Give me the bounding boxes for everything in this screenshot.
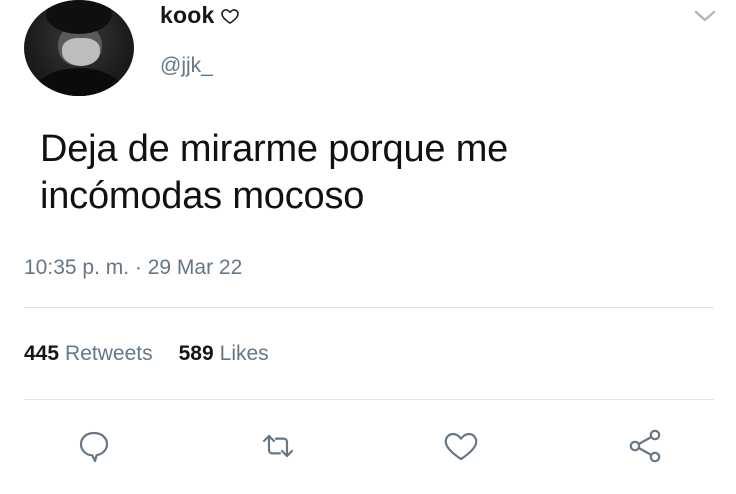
share-button[interactable] [625, 426, 665, 466]
tweet-timestamp[interactable]: 10:35 p. m. · 29 Mar 22 [24, 256, 242, 280]
avatar-mask [62, 38, 100, 66]
user-handle[interactable]: @jjk_ [160, 54, 213, 78]
divider [24, 307, 714, 308]
chevron-down-icon[interactable] [692, 6, 718, 26]
avatar-body [34, 68, 124, 96]
share-icon [629, 429, 661, 463]
retweet-icon [262, 434, 294, 458]
divider [24, 399, 714, 400]
likes-count: 589 [178, 342, 214, 365]
retweet-button[interactable] [258, 426, 298, 466]
tweet-text-line: incómodas mocoso [40, 175, 365, 217]
reply-button[interactable] [74, 426, 114, 466]
retweets-label: Retweets [65, 342, 153, 365]
avatar-hat [46, 0, 112, 34]
tweet-text-line: Deja de mirarme porque me [40, 128, 509, 170]
heart-icon [444, 432, 478, 461]
heart-outline-icon [221, 8, 240, 24]
display-name[interactable]: kook [160, 2, 214, 29]
tweet-stats: 445 Retweets 589 Likes [24, 342, 269, 366]
name-row: kook [160, 2, 240, 29]
likes-stat[interactable]: 589 Likes [179, 342, 269, 366]
comment-icon [79, 431, 109, 463]
retweets-count: 445 [24, 342, 60, 365]
like-button[interactable] [441, 426, 481, 466]
likes-label: Likes [219, 342, 269, 365]
tweet-text: Deja de mirarme porque me incómodas moco… [40, 126, 690, 220]
retweets-stat[interactable]: 445 Retweets [24, 342, 153, 366]
avatar[interactable] [24, 0, 134, 96]
